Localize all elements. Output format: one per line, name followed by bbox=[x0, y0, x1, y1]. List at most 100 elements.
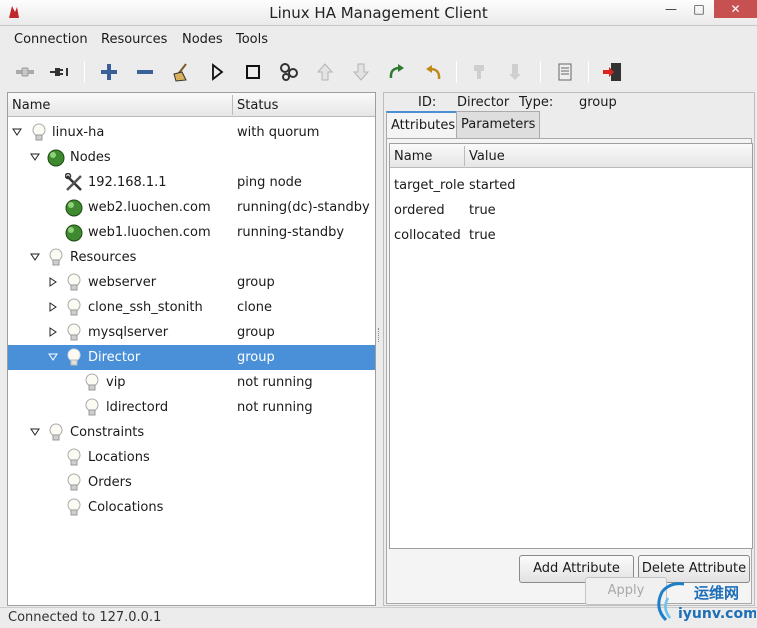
tree-label: Nodes bbox=[70, 150, 111, 165]
tree-row-director[interactable]: Director group bbox=[8, 345, 375, 370]
collapsed-arrow-icon[interactable] bbox=[48, 302, 58, 312]
add-icon[interactable] bbox=[96, 59, 122, 85]
refresh-icon[interactable] bbox=[384, 59, 410, 85]
green-node-icon bbox=[47, 149, 65, 167]
green-node-icon bbox=[65, 224, 83, 242]
move-down-icon[interactable] bbox=[348, 59, 374, 85]
expanded-arrow-icon[interactable] bbox=[48, 352, 58, 362]
attributes-tab-body: Name Value target_role started ordered t… bbox=[386, 138, 753, 604]
manage-icon[interactable] bbox=[276, 59, 302, 85]
details-panel: ID: Director Type: group Attributes Para… bbox=[383, 92, 755, 606]
tree-row-clone-ssh-stonith[interactable]: clone_ssh_stonith clone bbox=[8, 295, 375, 320]
attribute-value: started bbox=[469, 178, 516, 193]
watermark-logo: 运维网 iyunv.com bbox=[657, 582, 756, 622]
expanded-arrow-icon[interactable] bbox=[12, 127, 22, 137]
view-log-icon[interactable] bbox=[552, 59, 578, 85]
bulb-icon bbox=[67, 448, 81, 466]
tree-row-orders[interactable]: Orders bbox=[8, 470, 375, 495]
expanded-arrow-icon[interactable] bbox=[30, 252, 40, 262]
watermark-url: iyunv.com bbox=[678, 606, 756, 622]
tree-row-web2[interactable]: web2.luochen.com running(dc)-standby bbox=[8, 195, 375, 220]
tree-row-resources[interactable]: Resources bbox=[8, 245, 375, 270]
tree-row-vip[interactable]: vip not running bbox=[8, 370, 375, 395]
bulb-icon bbox=[67, 273, 81, 291]
tree-row-ping-node[interactable]: 192.168.1.1 ping node bbox=[8, 170, 375, 195]
tree-label: clone_ssh_stonith bbox=[88, 300, 203, 315]
attribute-row[interactable]: ordered true bbox=[390, 199, 752, 224]
tree-row-web1[interactable]: web1.luochen.com running-standby bbox=[8, 220, 375, 245]
tree-label: web2.luochen.com bbox=[88, 200, 211, 215]
tree-row-webserver[interactable]: webserver group bbox=[8, 270, 375, 295]
tree-label: ldirectord bbox=[106, 400, 169, 415]
id-label: ID: bbox=[418, 95, 437, 110]
attribute-value: true bbox=[469, 228, 496, 243]
active-icon[interactable] bbox=[502, 59, 528, 85]
menu-connection[interactable]: Connection bbox=[14, 32, 88, 47]
connect-icon[interactable] bbox=[12, 59, 38, 85]
remove-icon[interactable] bbox=[132, 59, 158, 85]
tree-status: running(dc)-standby bbox=[237, 200, 370, 215]
type-label: Type: bbox=[519, 95, 554, 110]
column-header-name[interactable]: Name bbox=[12, 98, 50, 113]
attribute-name: target_role bbox=[394, 178, 465, 193]
bulb-icon bbox=[67, 473, 81, 491]
status-bar: Connected to 127.0.0.1 bbox=[0, 607, 757, 628]
watermark-cn: 运维网 bbox=[694, 584, 739, 602]
tree-label: 192.168.1.1 bbox=[88, 175, 167, 190]
disconnect-icon[interactable] bbox=[47, 59, 73, 85]
bulb-icon bbox=[49, 248, 63, 266]
attribute-row[interactable]: collocated true bbox=[390, 224, 752, 249]
undo-icon[interactable] bbox=[420, 59, 446, 85]
pane-splitter[interactable] bbox=[377, 92, 382, 606]
expanded-arrow-icon[interactable] bbox=[30, 427, 40, 437]
bulb-icon bbox=[67, 323, 81, 341]
standby-icon[interactable] bbox=[466, 59, 492, 85]
collapsed-arrow-icon[interactable] bbox=[48, 327, 58, 337]
collapsed-arrow-icon[interactable] bbox=[48, 277, 58, 287]
id-value: Director bbox=[457, 95, 510, 110]
connection-status: Connected to 127.0.0.1 bbox=[8, 610, 162, 625]
tab-parameters[interactable]: Parameters bbox=[456, 111, 541, 138]
tree-row-constraints[interactable]: Constraints bbox=[8, 420, 375, 445]
stop-icon[interactable] bbox=[240, 59, 266, 85]
window-title: Linux HA Management Client bbox=[269, 4, 488, 22]
tree-label: Director bbox=[88, 350, 141, 365]
menu-resources[interactable]: Resources bbox=[101, 32, 167, 47]
bulb-icon bbox=[85, 398, 99, 416]
tree-label: Locations bbox=[88, 450, 150, 465]
close-button[interactable]: ✕ bbox=[714, 0, 757, 18]
tree-row-linux-ha[interactable]: linux-ha with quorum bbox=[8, 120, 375, 145]
cleanup-icon[interactable] bbox=[168, 59, 194, 85]
column-header-value[interactable]: Value bbox=[469, 149, 505, 164]
expanded-arrow-icon[interactable] bbox=[30, 152, 40, 162]
maximize-button[interactable]: □ bbox=[686, 0, 712, 18]
column-header-name[interactable]: Name bbox=[394, 149, 432, 164]
attribute-row[interactable]: target_role started bbox=[390, 174, 752, 199]
tree-row-ldirectord[interactable]: ldirectord not running bbox=[8, 395, 375, 420]
type-value: group bbox=[579, 95, 617, 110]
tree-status: with quorum bbox=[237, 125, 320, 140]
bulb-icon bbox=[49, 423, 63, 441]
menu-tools[interactable]: Tools bbox=[236, 32, 268, 47]
start-icon[interactable] bbox=[204, 59, 230, 85]
tree-row-mysqlserver[interactable]: mysqlserver group bbox=[8, 320, 375, 345]
tree-row-locations[interactable]: Locations bbox=[8, 445, 375, 470]
bulb-icon bbox=[67, 298, 81, 316]
tree-label: web1.luochen.com bbox=[88, 225, 211, 240]
attribute-name: ordered bbox=[394, 203, 445, 218]
exit-icon[interactable] bbox=[599, 59, 625, 85]
tree-label: linux-ha bbox=[52, 125, 105, 140]
tree-label: Orders bbox=[88, 475, 132, 490]
tree-label: Constraints bbox=[70, 425, 145, 440]
attributes-table[interactable]: Name Value target_role started ordered t… bbox=[389, 143, 753, 549]
cluster-tree[interactable]: Name Status linux-ha with quorum Nodes 1… bbox=[7, 92, 376, 606]
column-header-status[interactable]: Status bbox=[237, 98, 278, 113]
tree-status: group bbox=[237, 350, 275, 365]
minimize-button[interactable]: — bbox=[658, 0, 684, 18]
tree-row-nodes[interactable]: Nodes bbox=[8, 145, 375, 170]
green-node-icon bbox=[65, 199, 83, 217]
tree-row-colocations[interactable]: Colocations bbox=[8, 495, 375, 520]
tab-attributes[interactable]: Attributes bbox=[386, 111, 461, 138]
menu-nodes[interactable]: Nodes bbox=[182, 32, 223, 47]
move-up-icon[interactable] bbox=[312, 59, 338, 85]
